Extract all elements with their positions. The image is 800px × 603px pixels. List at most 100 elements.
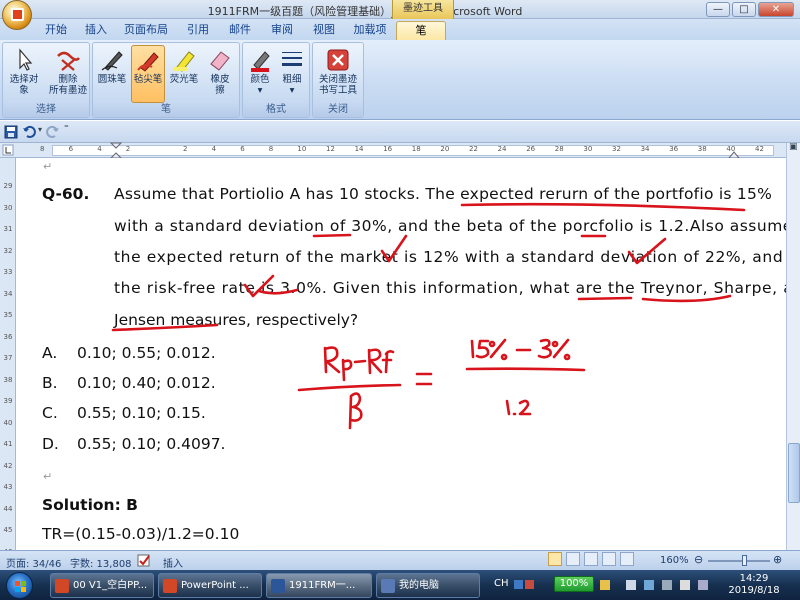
tab-insert[interactable]: 插入 <box>78 21 114 40</box>
scrollbar-thumb[interactable] <box>788 443 800 503</box>
proofing-icon[interactable] <box>137 554 151 568</box>
indent-marker-icon[interactable] <box>109 142 123 159</box>
start-button[interactable] <box>6 572 33 599</box>
ink-p <box>341 358 353 382</box>
document-page[interactable]: ↵ Q-60. Assume that Portiolio A has 10 s… <box>17 158 786 550</box>
highlighter-icon <box>173 51 195 72</box>
ink-color-button[interactable]: 颜色 ▾ <box>245 45 275 103</box>
delete-all-ink-button[interactable]: 删除 所有墨迹 <box>47 45 89 103</box>
ruler-number: 29 <box>3 182 13 190</box>
tab-mailings[interactable]: 邮件 <box>222 21 258 40</box>
ink-underline-jensen <box>111 323 219 332</box>
zoom-level[interactable]: 160% <box>660 555 689 566</box>
group-format-label: 格式 <box>243 103 309 117</box>
print-layout-view-icon[interactable] <box>548 552 562 566</box>
ink-underline-30 <box>312 233 352 238</box>
tray-icon[interactable] <box>698 580 708 590</box>
input-tools-icon[interactable] <box>514 578 544 592</box>
ruler-number: 4 <box>97 145 102 153</box>
taskbar-item-label: 00 V1_空白PP... <box>73 580 148 591</box>
ballpoint-pen-button[interactable]: 圆珠笔 <box>95 45 129 103</box>
minimize-button[interactable]: — <box>706 2 730 17</box>
tray-icon[interactable] <box>626 580 636 590</box>
eraser-button[interactable]: 橡皮 擦 <box>203 45 237 103</box>
highlighter-button[interactable]: 荧光笔 <box>167 45 201 103</box>
draft-view-icon[interactable] <box>620 552 634 566</box>
ink-thickness-label: 粗细 <box>282 74 302 85</box>
tab-addins[interactable]: 加载项 <box>348 21 392 40</box>
zoom-in-icon[interactable]: ⊕ <box>773 553 782 566</box>
ruler-number: 14 <box>354 145 364 153</box>
tab-selector-icon[interactable] <box>2 144 14 156</box>
ruler-number: 38 <box>3 375 13 384</box>
ruler-number: 30 <box>3 203 13 212</box>
full-screen-view-icon[interactable] <box>566 552 580 566</box>
battery-indicator[interactable]: 100% <box>554 576 594 592</box>
group-select-label: 选择 <box>3 103 89 117</box>
eraser-icon <box>210 51 230 71</box>
tab-page-layout[interactable]: 页面布局 <box>118 21 174 40</box>
group-close: 关闭墨迹 书写工具 关闭 <box>312 42 364 118</box>
horizontal-ruler[interactable]: 8 6 4 2 2 4 6 8 10 12 14 16 18 20 22 24 26 28 30 32 34 36 38 40… <box>0 142 800 159</box>
insert-mode[interactable]: 插入 <box>163 555 183 570</box>
zoom-out-icon[interactable]: ⊖ <box>694 553 703 566</box>
ruler-number: 26 <box>526 145 536 153</box>
tab-home[interactable]: 开始 <box>38 21 74 40</box>
quick-access-toolbar: ▾ ⁼ <box>0 121 800 143</box>
tab-references[interactable]: 引用 <box>180 21 216 40</box>
taskbar-item-powerpoint-2[interactable]: PowerPoint ... <box>158 573 262 598</box>
vertical-scrollbar[interactable]: ▣ <box>786 142 800 550</box>
close-ink-tools-button[interactable]: 关闭墨迹 书写工具 <box>315 45 361 103</box>
maximize-button[interactable]: □ <box>732 2 756 17</box>
color-pen-icon <box>251 51 270 72</box>
office-button[interactable] <box>2 0 32 30</box>
tray-icon[interactable] <box>662 580 672 590</box>
close-button[interactable]: ✕ <box>758 2 794 17</box>
save-icon[interactable] <box>4 125 18 139</box>
ruler-number: 6 <box>240 145 245 153</box>
system-clock[interactable]: 14:29 2019/8/18 <box>724 573 784 597</box>
vertical-ruler[interactable]: 293031323334353637383940414243444546 <box>0 158 16 556</box>
taskbar-item-my-computer[interactable]: 我的电脑 <box>376 573 480 598</box>
ruler-number: 41 <box>3 440 13 448</box>
ruler-number: 42 <box>3 461 13 470</box>
select-objects-button[interactable]: 选择对象 <box>5 45 43 103</box>
tray-icon[interactable] <box>644 580 654 590</box>
undo-dropdown-icon[interactable]: ▾ <box>38 125 42 134</box>
ruler-number: 43 <box>3 483 13 491</box>
ink-strokes <box>111 202 746 332</box>
felt-tip-pen-label: 毡尖笔 <box>133 74 163 85</box>
tab-view[interactable]: 视图 <box>306 21 342 40</box>
ime-indicator[interactable]: CH <box>494 578 509 589</box>
ruler-number: 6 <box>68 145 74 153</box>
status-bar: 页面: 34/46 字数: 13,808 插入 160% ⊖ ⊕ <box>0 550 800 570</box>
tray-icon[interactable] <box>680 580 690 590</box>
group-close-label: 关闭 <box>313 103 363 117</box>
outline-view-icon[interactable] <box>602 552 616 566</box>
tray-icon[interactable] <box>600 580 610 590</box>
ink-thickness-button[interactable]: 粗细 ▾ <box>277 45 307 103</box>
taskbar-item-powerpoint-1[interactable]: 00 V1_空白PP... <box>50 573 154 598</box>
customize-qat-icon[interactable]: ⁼ <box>64 124 69 134</box>
taskbar-item-word[interactable]: 1911FRM一... <box>266 573 372 598</box>
felt-tip-pen-button[interactable]: 毡尖笔 <box>131 45 165 103</box>
taskbar-item-label: 1911FRM一... <box>289 580 356 591</box>
ruler-number: 12 <box>326 145 335 153</box>
ink-1 <box>470 339 475 359</box>
web-layout-view-icon[interactable] <box>584 552 598 566</box>
undo-icon[interactable] <box>22 125 36 139</box>
group-format: 颜色 ▾ 粗细 ▾ 格式 <box>242 42 310 118</box>
zoom-slider-thumb[interactable] <box>741 555 747 566</box>
tab-pen[interactable]: 笔 <box>396 21 446 40</box>
ruler-number: 34 <box>3 289 13 298</box>
word-count[interactable]: 字数: 13,808 <box>70 555 132 570</box>
redo-icon[interactable] <box>46 125 60 139</box>
clock-date: 2019/8/18 <box>728 585 780 596</box>
page-count[interactable]: 页面: 34/46 <box>6 555 61 570</box>
ruler-number: 40 <box>3 418 13 427</box>
zoom-slider-track[interactable] <box>708 560 770 562</box>
ruler-toggle-icon[interactable]: ▣ <box>789 142 798 152</box>
tab-review[interactable]: 审阅 <box>264 21 300 40</box>
computer-icon <box>381 579 395 593</box>
ruler-number: 40 <box>726 145 736 153</box>
